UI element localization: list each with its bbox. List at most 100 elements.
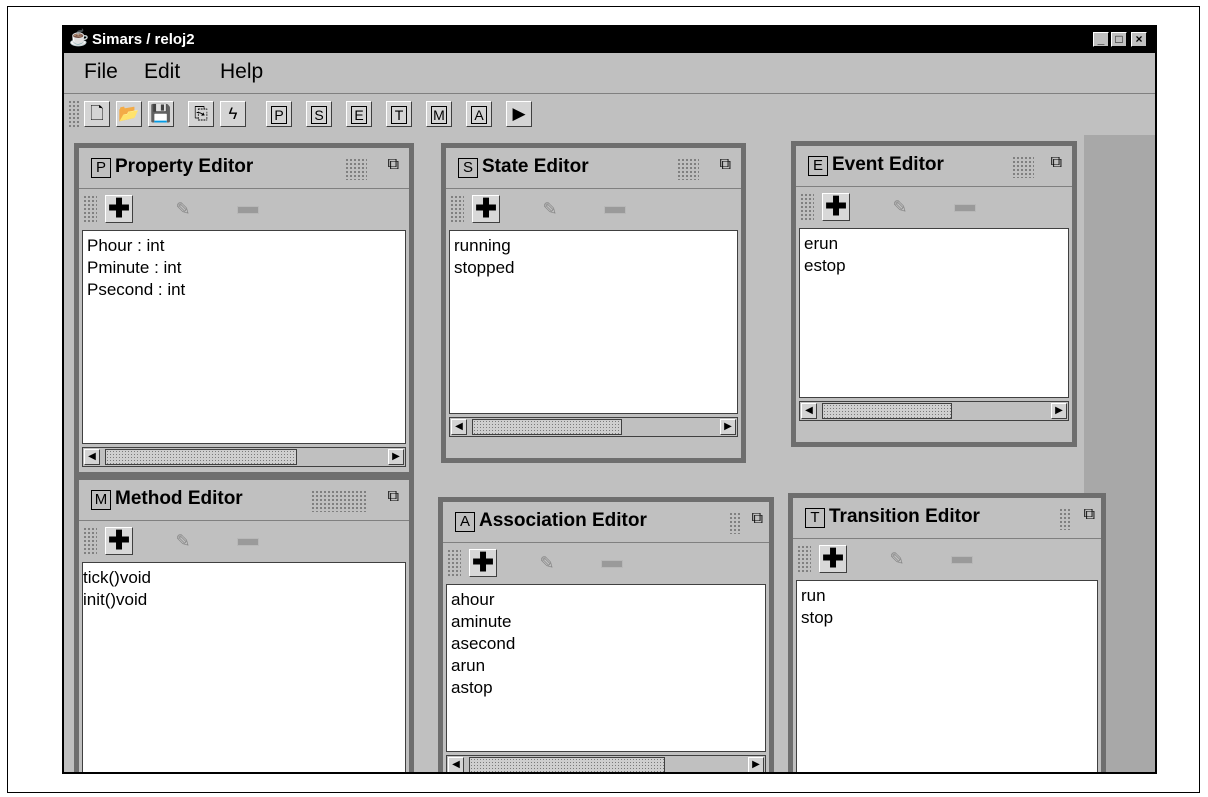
event-list[interactable]: erun estop xyxy=(799,228,1069,398)
panel-grip[interactable] xyxy=(345,158,367,180)
remove-button[interactable] xyxy=(233,527,261,555)
panel-header[interactable]: M Method Editor ⧉ xyxy=(79,480,409,521)
scroll-thumb[interactable] xyxy=(105,449,297,465)
toolbar-grip[interactable] xyxy=(797,545,811,573)
scroll-right-arrow[interactable]: ▶ xyxy=(748,757,764,772)
generate-lightning-icon[interactable]: ϟ xyxy=(220,101,246,127)
edit-pencil-icon[interactable]: ✎ xyxy=(886,193,914,221)
copy-icon[interactable]: ⎘ xyxy=(188,101,214,127)
add-button[interactable]: ✚ xyxy=(105,195,133,223)
remove-button[interactable] xyxy=(950,193,978,221)
menu-file[interactable]: File xyxy=(84,60,118,84)
add-button[interactable]: ✚ xyxy=(105,527,133,555)
scroll-thumb[interactable] xyxy=(469,757,665,772)
method-editor-button[interactable]: M xyxy=(426,101,452,127)
maximize-button[interactable]: □ xyxy=(1111,32,1127,47)
scroll-left-arrow[interactable]: ◀ xyxy=(451,419,467,435)
list-item[interactable]: Psecond : int xyxy=(83,279,405,301)
list-item[interactable]: arun xyxy=(447,655,765,677)
list-item[interactable]: stopped xyxy=(450,257,737,279)
scroll-left-arrow[interactable]: ◀ xyxy=(801,403,817,419)
menu-edit[interactable]: Edit xyxy=(144,60,180,84)
panel-grip[interactable] xyxy=(1059,508,1071,530)
edit-pencil-icon[interactable]: ✎ xyxy=(169,195,197,223)
add-button[interactable]: ✚ xyxy=(819,545,847,573)
toolbar-grip[interactable] xyxy=(450,195,464,223)
state-editor-button[interactable]: S xyxy=(306,101,332,127)
toolbar-grip[interactable] xyxy=(83,527,97,555)
maximize-icon[interactable]: ⧉ xyxy=(720,156,731,174)
remove-button[interactable] xyxy=(597,549,625,577)
scroll-left-arrow[interactable]: ◀ xyxy=(448,757,464,772)
toolbar-grip[interactable] xyxy=(800,193,814,221)
panel-grip[interactable] xyxy=(677,158,699,180)
list-item[interactable]: erun xyxy=(800,233,1068,255)
maximize-icon[interactable]: ⧉ xyxy=(388,156,399,174)
association-editor-button[interactable]: A xyxy=(466,101,492,127)
scroll-thumb[interactable] xyxy=(472,419,622,435)
list-item[interactable]: stop xyxy=(797,607,1097,629)
list-item[interactable]: running xyxy=(450,235,737,257)
save-disk-icon[interactable]: 💾 xyxy=(148,101,174,127)
edit-pencil-icon[interactable]: ✎ xyxy=(169,527,197,555)
event-editor-button[interactable]: E xyxy=(346,101,372,127)
horizontal-scrollbar[interactable]: ◀ ▶ xyxy=(449,417,738,437)
panel-header[interactable]: T Transition Editor ⧉ xyxy=(793,498,1101,539)
add-button[interactable]: ✚ xyxy=(472,195,500,223)
scroll-right-arrow[interactable]: ▶ xyxy=(1051,403,1067,419)
property-list[interactable]: Phour : int Pminute : int Psecond : int xyxy=(82,230,406,444)
edit-pencil-icon[interactable]: ✎ xyxy=(536,195,564,223)
remove-button[interactable] xyxy=(947,545,975,573)
edit-pencil-icon[interactable]: ✎ xyxy=(883,545,911,573)
scroll-thumb[interactable] xyxy=(822,403,952,419)
panel-grip[interactable] xyxy=(1012,156,1034,178)
maximize-icon[interactable]: ⧉ xyxy=(1084,506,1095,524)
panel-header[interactable]: P Property Editor ⧉ xyxy=(79,148,409,189)
list-item[interactable]: ahour xyxy=(447,589,765,611)
horizontal-scrollbar[interactable]: ◀ ▶ xyxy=(446,755,766,772)
list-item[interactable]: run xyxy=(797,585,1097,607)
panel-header[interactable]: S State Editor ⧉ xyxy=(446,148,741,189)
maximize-icon[interactable]: ⧉ xyxy=(388,488,399,506)
state-list[interactable]: running stopped xyxy=(449,230,738,414)
remove-button[interactable] xyxy=(600,195,628,223)
new-file-icon[interactable]: 🗋 xyxy=(84,101,110,127)
scroll-left-arrow[interactable]: ◀ xyxy=(84,449,100,465)
maximize-icon[interactable]: ⧉ xyxy=(1051,154,1062,172)
list-item[interactable]: aminute xyxy=(447,611,765,633)
remove-button[interactable] xyxy=(233,195,261,223)
panel-header[interactable]: E Event Editor ⧉ xyxy=(796,146,1072,187)
title-bar[interactable]: ☕ Simars / reloj2 _ □ × xyxy=(64,27,1155,53)
horizontal-scrollbar[interactable]: ◀ ▶ xyxy=(82,447,406,467)
menu-help[interactable]: Help xyxy=(220,60,263,84)
panel-grip[interactable] xyxy=(729,512,741,534)
transition-editor-button[interactable]: T xyxy=(386,101,412,127)
minimize-button[interactable]: _ xyxy=(1093,32,1109,47)
list-item[interactable]: Phour : int xyxy=(83,235,405,257)
list-item[interactable]: estop xyxy=(800,255,1068,277)
transition-list[interactable]: run stop xyxy=(796,580,1098,772)
association-list[interactable]: ahour aminute asecond arun astop xyxy=(446,584,766,752)
property-editor-button[interactable]: P xyxy=(266,101,292,127)
list-item[interactable]: init()void xyxy=(83,589,405,611)
scroll-right-arrow[interactable]: ▶ xyxy=(388,449,404,465)
open-folder-icon[interactable]: 📂 xyxy=(116,101,142,127)
maximize-icon[interactable]: ⧉ xyxy=(752,510,763,528)
panel-header[interactable]: A Association Editor ⧉ xyxy=(443,502,769,543)
panel-grip[interactable] xyxy=(311,490,367,512)
list-item[interactable]: astop xyxy=(447,677,765,699)
toolbar-grip[interactable] xyxy=(447,549,461,577)
horizontal-scrollbar[interactable]: ◀ ▶ xyxy=(799,401,1069,421)
method-list[interactable]: tick()void init()void xyxy=(82,562,406,772)
scroll-right-arrow[interactable]: ▶ xyxy=(720,419,736,435)
list-item[interactable]: tick()void xyxy=(83,567,405,589)
toolbar-grip[interactable] xyxy=(68,100,80,128)
run-simulation-button[interactable]: ▶ xyxy=(506,101,532,127)
add-button[interactable]: ✚ xyxy=(469,549,497,577)
edit-pencil-icon[interactable]: ✎ xyxy=(533,549,561,577)
list-item[interactable]: asecond xyxy=(447,633,765,655)
list-item[interactable]: Pminute : int xyxy=(83,257,405,279)
add-button[interactable]: ✚ xyxy=(822,193,850,221)
toolbar-grip[interactable] xyxy=(83,195,97,223)
close-button[interactable]: × xyxy=(1131,32,1147,47)
